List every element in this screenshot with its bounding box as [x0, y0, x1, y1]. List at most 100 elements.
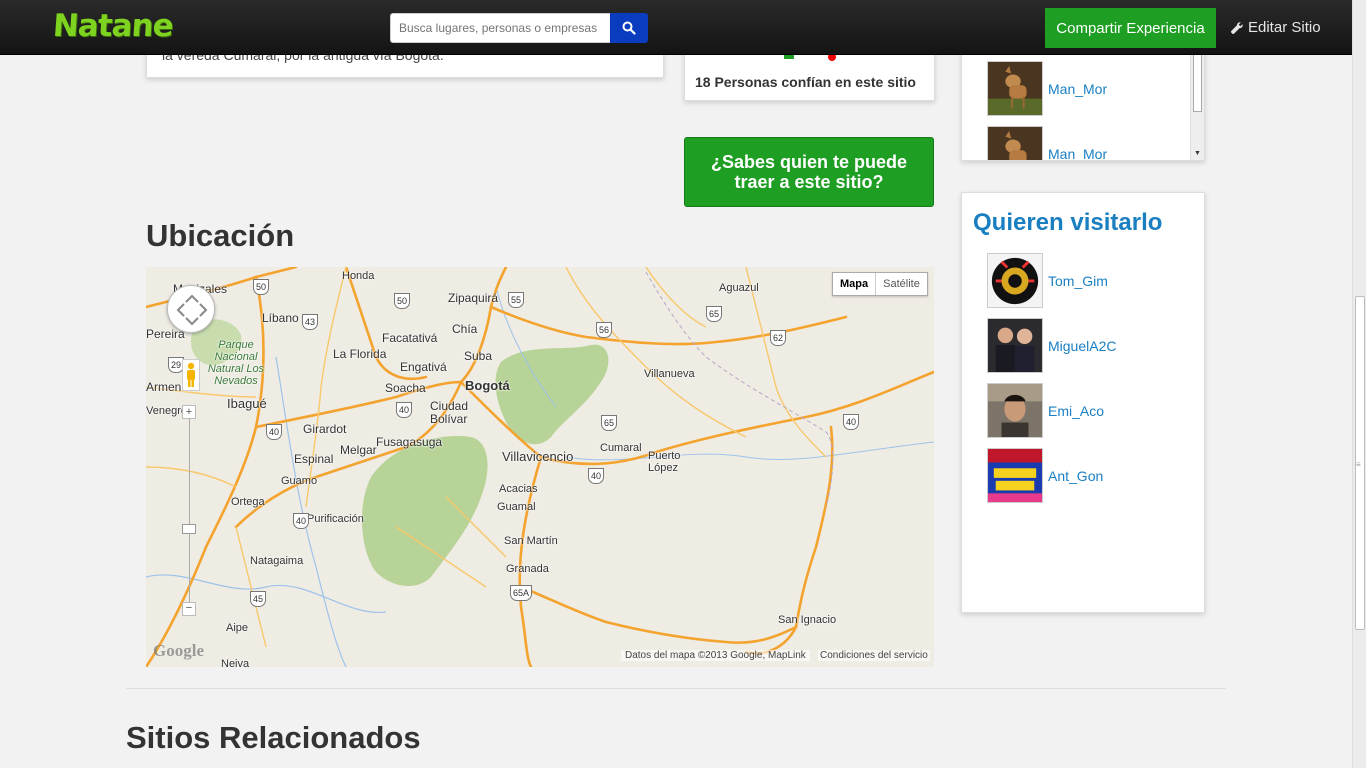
wrench-icon: [1231, 21, 1243, 34]
route-shield: 40: [293, 513, 309, 529]
map-place: Líbano: [262, 311, 299, 325]
map-type-satellite-button[interactable]: Satélite: [876, 273, 927, 295]
map-place: Zipaquirá: [448, 291, 499, 305]
map-place-park: Parque Nacional Natural Los Nevados: [207, 339, 265, 387]
map-place: Espinal: [294, 452, 334, 466]
route-shield: 43: [302, 314, 318, 330]
google-logo: Google: [153, 641, 204, 660]
map-place: Villanueva: [644, 368, 695, 380]
list-item[interactable]: Man_Mor: [987, 61, 1107, 116]
route-shield: 65: [601, 415, 617, 431]
share-experience-button[interactable]: Compartir Experiencia: [1045, 8, 1216, 48]
map-place: Aguazul: [719, 282, 759, 294]
map-place: Venegro: [146, 405, 187, 417]
list-item[interactable]: Tom_Gim: [987, 253, 1108, 308]
avatar: [987, 126, 1043, 160]
avatar: [987, 61, 1043, 116]
map-place: Ortega: [231, 496, 265, 508]
pegman-icon: [187, 362, 195, 387]
avatar: [987, 383, 1043, 438]
zoom-slider-track[interactable]: [189, 419, 190, 607]
related-sites-heading: Sitios Relacionados: [126, 720, 421, 755]
map-place: Granada: [506, 563, 549, 575]
edit-site-label: Editar Sitio: [1248, 19, 1321, 36]
avatar: [987, 253, 1043, 308]
map-terrain: [146, 267, 934, 667]
map-place: San Martín: [504, 535, 558, 547]
search-button[interactable]: [610, 13, 648, 43]
map-place: Soacha: [385, 381, 426, 395]
pan-arrows-icon: [176, 294, 208, 326]
route-shield: 65: [706, 306, 722, 322]
map-place: Facatativá: [382, 331, 438, 345]
map-type-control: Mapa Satélite: [832, 272, 928, 296]
map-place: Suba: [464, 349, 493, 363]
user-link[interactable]: Tom_Gim: [1048, 273, 1108, 289]
route-shield: 62: [770, 330, 786, 346]
want-to-visit-title: Quieren visitarlo: [973, 209, 1163, 236]
list-item[interactable]: MiguelA2C: [987, 318, 1116, 373]
map-attribution: Datos del mapa ©2013 Google, MapLink: [621, 650, 810, 661]
scroll-grip-icon: ≡: [1356, 460, 1361, 469]
route-shield: 50: [253, 279, 269, 295]
map-place: Guamo: [281, 475, 318, 487]
map-place: La Florida: [333, 347, 387, 361]
location-heading: Ubicación: [146, 218, 295, 253]
avatar: [987, 318, 1043, 373]
map-place: Girardot: [303, 422, 347, 436]
route-shield: 40: [588, 468, 604, 484]
list-item[interactable]: Ant_Gon: [987, 448, 1103, 503]
section-divider: [126, 688, 1226, 689]
natane-logo[interactable]: Natane: [52, 8, 174, 44]
user-link[interactable]: Emi_Aco: [1048, 403, 1104, 419]
avatar: [987, 448, 1043, 503]
edit-site-link[interactable]: Editar Sitio: [1230, 19, 1321, 36]
route-shield: 40: [396, 402, 412, 418]
route-shield: 45: [250, 591, 266, 607]
map-place: Honda: [342, 270, 375, 282]
pan-control[interactable]: [167, 285, 215, 333]
zoom-in-button[interactable]: +: [182, 405, 196, 419]
map-place: Acacias: [499, 483, 538, 495]
page-scrollbar[interactable]: [1352, 0, 1366, 768]
search-input[interactable]: [390, 13, 611, 43]
user-link[interactable]: Man_Mor: [1048, 146, 1107, 161]
map-place-capital: Bogotá: [465, 378, 510, 393]
list-item[interactable]: Man_Mor: [987, 126, 1107, 161]
street-view-pegman[interactable]: [182, 359, 200, 391]
route-shield: 56: [596, 322, 612, 338]
who-can-bring-me-button[interactable]: ¿Sabes quien te puede traer a este sitio…: [684, 137, 934, 207]
trust-count-text: 18 Personas confían en este sitio: [695, 74, 916, 90]
map-place: Fusagasuga: [376, 435, 443, 449]
map-place: Ibagué: [227, 396, 267, 411]
map-terms-link[interactable]: Condiciones del servicio: [818, 650, 930, 661]
map-place: Puerto López: [648, 450, 681, 474]
map-place: Engativá: [400, 360, 447, 374]
route-shield: 65A: [510, 585, 532, 601]
route-shield: 50: [394, 293, 410, 309]
search-icon: [622, 21, 636, 35]
map-place: Purificación: [307, 513, 364, 525]
scroll-down-arrow-icon[interactable]: ▼: [1194, 150, 1201, 157]
route-shield: 40: [843, 414, 859, 430]
map-place: San Ignacio: [778, 614, 837, 626]
list-item[interactable]: Emi_Aco: [987, 383, 1104, 438]
map-place: Ciudad Bolívar: [430, 399, 469, 426]
top-navbar: Natane Compartir Experiencia Editar Siti…: [0, 0, 1352, 55]
map-place: Villavicencio: [502, 449, 574, 464]
user-link[interactable]: Man_Mor: [1048, 81, 1107, 97]
map-place: Cumaral: [600, 442, 642, 454]
zoom-out-button[interactable]: −: [182, 602, 196, 616]
map-place: Guamal: [497, 501, 536, 513]
location-map[interactable]: Manizales Honda Zipaquirá Aguazul Líbano…: [146, 267, 934, 667]
want-to-visit-card: Quieren visitarlo Tom_Gim MiguelA2C Emi_…: [961, 192, 1205, 613]
user-link[interactable]: Ant_Gon: [1048, 468, 1103, 484]
map-place: Aipe: [226, 622, 249, 634]
route-shield: 55: [508, 292, 524, 308]
map-place: Neiva: [221, 658, 250, 667]
zoom-slider-handle[interactable]: [182, 524, 196, 534]
map-place: Natagaima: [250, 555, 304, 567]
route-shield: 40: [266, 424, 282, 440]
map-type-map-button[interactable]: Mapa: [833, 273, 877, 295]
user-link[interactable]: MiguelA2C: [1048, 338, 1116, 354]
